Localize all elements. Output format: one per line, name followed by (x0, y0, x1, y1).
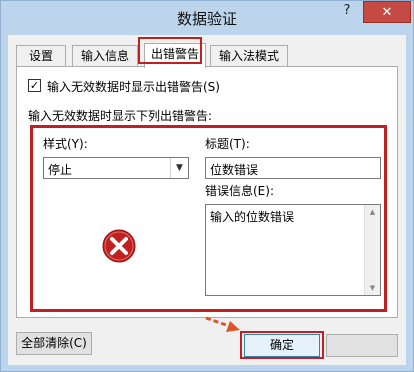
message-label: 错误信息(E): (205, 184, 274, 198)
cancel-button[interactable] (326, 334, 398, 357)
tab-ime-mode[interactable]: 输入法模式 (210, 45, 288, 67)
data-validation-dialog: 数据验证 ? ✕ 设置 输入信息 出错警告 输入法模式 ✓ 输入无效数据时显示出… (0, 0, 414, 372)
style-select[interactable]: 停止 ▼ (43, 157, 189, 179)
title-label: 标题(T): (205, 137, 250, 151)
scroll-down-icon[interactable]: ▼ (365, 281, 380, 295)
tab-highlight-box (138, 37, 202, 64)
error-alert-panel: ✓ 输入无效数据时显示出错警告(S) 输入无效数据时显示下列出错警告: 样式(Y… (16, 66, 398, 318)
scroll-up-icon[interactable]: ▲ (365, 205, 380, 219)
error-alert-settings-box: 样式(Y): 停止 ▼ 标题(T): 位数错误 错误信息(E): 输入的位数错误… (30, 125, 387, 312)
chevron-down-icon[interactable]: ▼ (170, 158, 188, 178)
style-label: 样式(Y): (43, 137, 88, 151)
clear-all-button[interactable]: 全部清除(C) (16, 332, 92, 355)
style-value: 停止 (48, 163, 73, 177)
error-stop-icon (102, 229, 136, 263)
show-error-alert-checkbox[interactable]: ✓ (28, 79, 41, 92)
tab-settings[interactable]: 设置 (16, 45, 66, 67)
group-label: 输入无效数据时显示下列出错警告: (28, 109, 213, 123)
close-button[interactable]: ✕ (363, 1, 411, 23)
message-textarea[interactable]: 输入的位数错误 ▲ ▼ (205, 204, 381, 296)
tab-input-message[interactable]: 输入信息 (72, 45, 138, 67)
arrow-to-ok-icon (205, 316, 240, 332)
message-scrollbar[interactable]: ▲ ▼ (364, 205, 380, 295)
title-bar: 数据验证 ? ✕ (1, 1, 413, 35)
title-input[interactable]: 位数错误 (205, 157, 381, 179)
message-text: 输入的位数错误 (210, 210, 295, 224)
help-button[interactable]: ? (338, 3, 356, 23)
show-error-alert-label: 输入无效数据时显示出错警告(S) (47, 80, 220, 94)
ok-highlight-box (240, 331, 324, 359)
dialog-body: 设置 输入信息 出错警告 输入法模式 ✓ 输入无效数据时显示出错警告(S) 输入… (8, 35, 406, 365)
